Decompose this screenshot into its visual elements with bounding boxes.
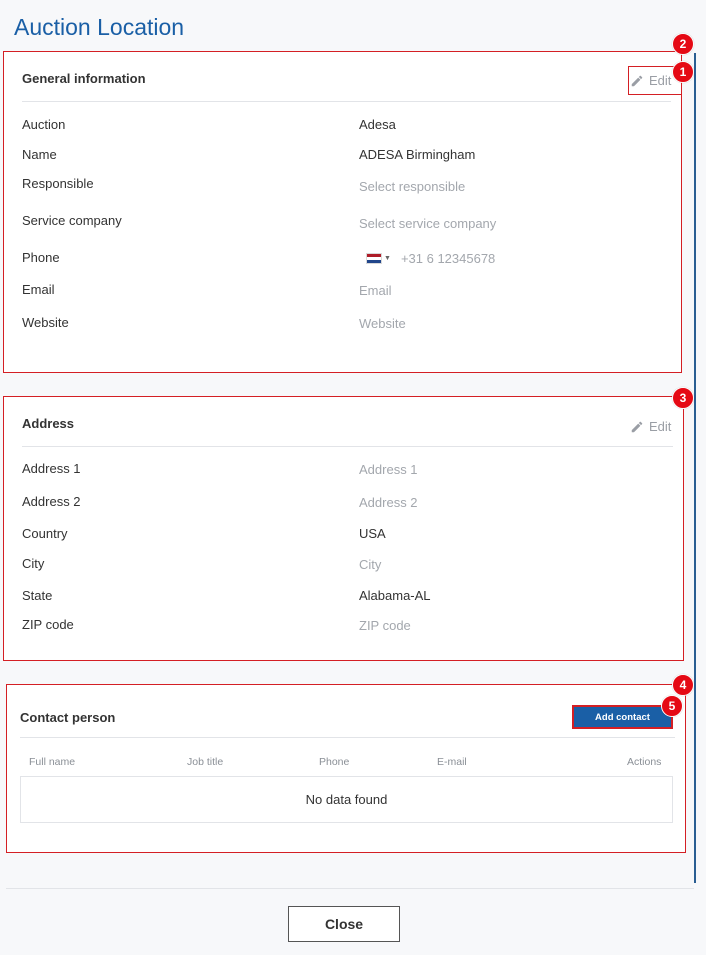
- phone-input[interactable]: +31 6 12345678: [401, 251, 495, 266]
- page-title: Auction Location: [14, 14, 185, 40]
- scroll-indicator-line: [694, 53, 696, 883]
- auction-value: Adesa: [359, 117, 396, 132]
- name-label: Name: [22, 147, 57, 162]
- state-value: Alabama-AL: [359, 588, 431, 603]
- city-label: City: [22, 556, 45, 571]
- divider: [22, 101, 671, 102]
- auction-label: Auction: [22, 117, 66, 132]
- column-header-job-title: Job title: [187, 756, 224, 768]
- phone-label: Phone: [22, 250, 60, 265]
- footer-divider: [6, 888, 694, 889]
- address-title: Address: [22, 416, 75, 431]
- address1-label: Address 1: [22, 461, 81, 476]
- general-information-card: General information Auction Adesa Name A…: [3, 51, 682, 373]
- pencil-icon: [631, 75, 643, 86]
- close-button[interactable]: Close: [288, 906, 400, 942]
- address2-label: Address 2: [22, 494, 81, 509]
- divider: [20, 737, 675, 738]
- city-input[interactable]: City: [359, 557, 381, 572]
- edit-label: Edit: [649, 73, 672, 88]
- column-header-email: E-mail: [437, 756, 467, 768]
- email-input[interactable]: Email: [359, 283, 392, 298]
- annotation-badge-3: 3: [672, 387, 694, 409]
- annotation-badge-4: 4: [672, 674, 694, 696]
- column-header-phone: Phone: [319, 756, 350, 768]
- country-value: USA: [359, 526, 386, 541]
- phone-field[interactable]: ▼ +31 6 12345678: [366, 251, 495, 266]
- divider: [22, 446, 673, 447]
- service-company-label: Service company: [22, 213, 122, 228]
- zip-label: ZIP code: [22, 617, 74, 632]
- service-company-select[interactable]: Select service company: [359, 216, 496, 231]
- no-data-text: No data found: [305, 792, 388, 807]
- annotation-badge-1: 1: [672, 61, 694, 83]
- annotation-badge-2: 2: [672, 33, 694, 55]
- contact-person-title: Contact person: [20, 710, 116, 725]
- general-edit-button[interactable]: Edit: [630, 73, 671, 88]
- email-label: Email: [22, 282, 55, 297]
- netherlands-flag-icon[interactable]: [366, 253, 382, 264]
- responsible-select[interactable]: Select responsible: [359, 179, 465, 194]
- column-header-actions: Actions: [627, 756, 662, 768]
- name-value: ADESA Birmingham: [359, 147, 476, 162]
- address-card: Address Address 1 Address 1 Address 2 Ad…: [3, 396, 684, 661]
- address-edit-button[interactable]: Edit: [630, 419, 671, 434]
- column-header-full-name: Full name: [29, 756, 76, 768]
- website-label: Website: [22, 315, 69, 330]
- empty-table-message: No data found: [20, 776, 673, 823]
- responsible-label: Responsible: [22, 176, 94, 191]
- general-information-title: General information: [22, 71, 146, 86]
- edit-label: Edit: [649, 419, 672, 434]
- add-contact-button[interactable]: Add contact: [572, 705, 673, 729]
- address1-input[interactable]: Address 1: [359, 462, 418, 477]
- country-label: Country: [22, 526, 68, 541]
- annotation-badge-5: 5: [661, 695, 683, 717]
- website-input[interactable]: Website: [359, 316, 406, 331]
- pencil-icon: [631, 421, 643, 432]
- state-label: State: [22, 588, 53, 603]
- chevron-down-icon[interactable]: ▼: [384, 255, 391, 262]
- zip-input[interactable]: ZIP code: [359, 618, 411, 633]
- address2-input[interactable]: Address 2: [359, 495, 418, 510]
